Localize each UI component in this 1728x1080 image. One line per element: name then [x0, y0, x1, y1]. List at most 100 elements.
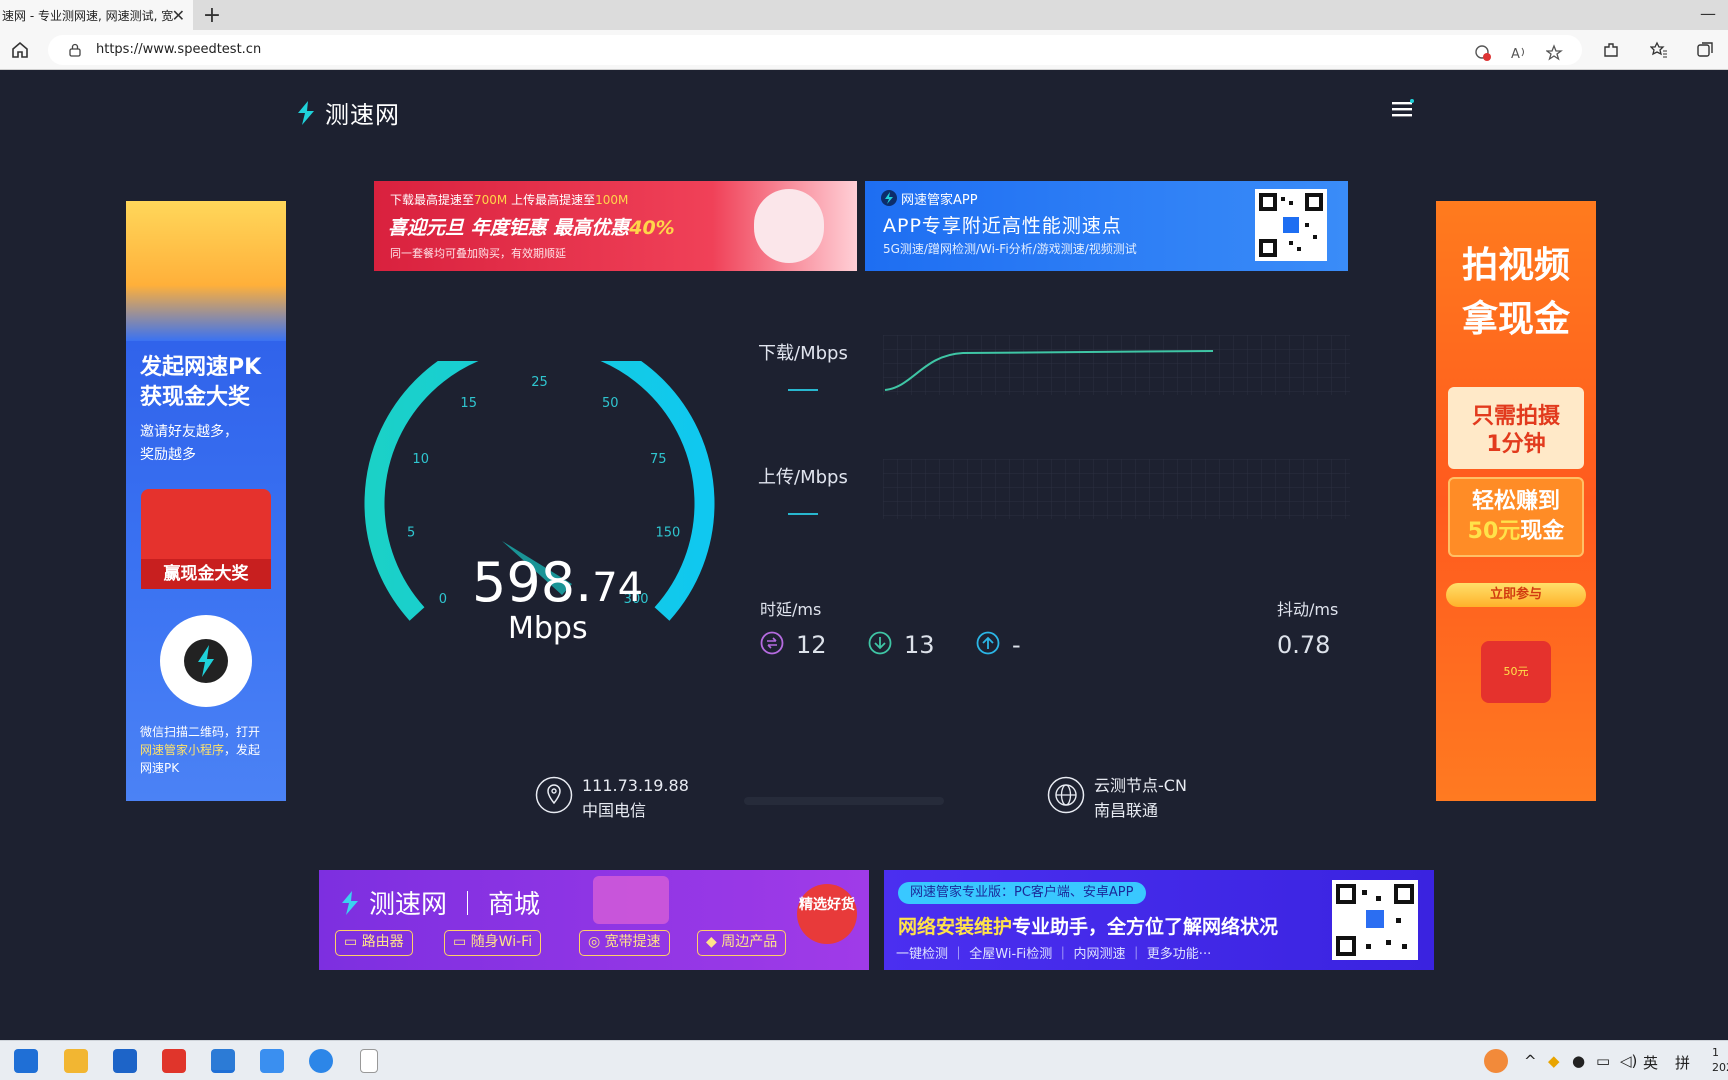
pk-title-line1: 发起网速PK [140, 355, 262, 380]
bird-app-icon[interactable] [260, 1049, 284, 1073]
speed-int: 598. [472, 551, 593, 614]
favorites-icon[interactable] [1650, 41, 1668, 59]
weather-icon[interactable] [1484, 1049, 1508, 1073]
peripheral-products-label: 周边产品 [721, 934, 778, 950]
shop-label: 商城 [488, 890, 541, 920]
upload-chart [883, 459, 1350, 519]
tracking-prevention-icon[interactable] [1474, 44, 1492, 62]
extensions-icon[interactable] [1602, 41, 1620, 59]
red-packet-amount: 50元 [1503, 665, 1529, 678]
shop-brand-text: 测速网 [369, 890, 448, 920]
clock-line1: 1 [1712, 1046, 1719, 1059]
ime-mode[interactable]: 拼 [1675, 1052, 1690, 1073]
qrcode-icon [1259, 193, 1323, 257]
pro-version-tag: 网速管家专业版：PC客户端、安卓APP [898, 882, 1146, 904]
seal-text: 精选好货 [799, 897, 855, 913]
router-link[interactable]: ▭ 路由器 [335, 930, 413, 956]
earn-amount: 50元 [1467, 519, 1521, 544]
new-tab-button[interactable]: + [197, 0, 227, 30]
broadband-boost-link[interactable]: ◎ 宽带提速 [579, 930, 670, 956]
network-icon[interactable]: ▭ [1596, 1052, 1610, 1070]
server-info[interactable]: 云测节点-CN 南昌联通 [1094, 773, 1187, 823]
app-headline: APP专享附近高性能测速点 [883, 215, 1122, 237]
tab-title: 速网 - 专业测网速, 网速测试, 宽 [2, 8, 174, 23]
app-banner[interactable]: 网速管家APP APP专享附近高性能测速点 5G测速/蹭网检测/Wi-Fi分析/… [865, 181, 1348, 271]
gauge-tick-label: 75 [650, 452, 667, 467]
red-packet-illustration: 50元 [1481, 641, 1551, 703]
portable-wifi-link[interactable]: ▭ 随身Wi-Fi [444, 930, 542, 956]
browser-tab-bar: 速网 - 专业测网速, 网速测试, 宽 ✕ + — [0, 0, 1728, 30]
pk-ad-footer: 微信扫描二维码，打开 网速管家小程序，发起 网速PK [126, 723, 286, 777]
peripheral-products-link[interactable]: ◆ 周边产品 [697, 930, 787, 956]
video-ad-title-2: 拿现金 [1461, 299, 1570, 340]
pk-ad-title: 发起网速PK 获现金大奖 [126, 353, 286, 413]
gauge-tick-label: 0 [439, 592, 447, 607]
qrcode-icon [184, 639, 228, 683]
browser-tab[interactable]: 速网 - 专业测网速, 网速测试, 宽 ✕ [0, 0, 193, 30]
speedtest-logo-icon [298, 100, 314, 125]
app-brand: 网速管家APP [901, 193, 978, 208]
pro-version-headline: 网络安装维护专业助手，全方位了解网络状况 [898, 912, 1278, 939]
url-text: https://www.speedtest.cn [96, 42, 262, 57]
win-cash-label: 赢现金大奖 [141, 559, 271, 589]
k-app-icon[interactable] [309, 1049, 333, 1073]
speedtest-logo-icon [342, 890, 358, 915]
pro-version-banner[interactable]: 网速管家专业版：PC客户端、安卓APP 网络安装维护专业助手，全方位了解网络状况… [884, 870, 1434, 970]
input-language[interactable]: 英 [1643, 1052, 1658, 1073]
speedtest-logo-icon [881, 190, 897, 206]
selected-goods-seal: 精选好货 [797, 884, 857, 944]
globe-icon[interactable] [1047, 776, 1085, 814]
client-isp: 中国电信 [582, 801, 647, 820]
read-aloud-icon[interactable]: A [1510, 44, 1528, 62]
qrcode-icon [1336, 884, 1414, 956]
app-red-icon[interactable] [162, 1049, 186, 1073]
system-clock[interactable]: 1 202 [1712, 1045, 1728, 1075]
promo-l2a: 喜迎元旦 年度钜惠 最高优惠 [388, 217, 630, 239]
brand-divider [467, 890, 469, 915]
gift-box-illustration [593, 876, 669, 924]
menu-icon[interactable] [1392, 99, 1414, 117]
upload-label: 上传/Mbps [758, 467, 848, 488]
home-icon[interactable] [10, 40, 30, 60]
url-field[interactable]: https://www.speedtest.cn A [48, 35, 1582, 65]
pk-ad-subtitle: 邀请好友越多， 奖励越多 [126, 421, 286, 467]
join-now-button[interactable]: 立即参与 [1446, 583, 1586, 607]
notification-tray-icon[interactable]: ◆ [1548, 1052, 1560, 1070]
tray-expand-icon[interactable]: ^ [1524, 1052, 1537, 1070]
jitter-label: 抖动/ms [1277, 600, 1339, 619]
svg-text:A: A [1511, 47, 1520, 62]
video-ad-title: 拍视频 拿现金 [1436, 239, 1596, 347]
upload-ping-value: - [1012, 631, 1021, 659]
left-pk-ad[interactable]: 发起网速PK 获现金大奖 邀请好友越多， 奖励越多 赢现金大奖 微信扫描二维码，… [126, 201, 286, 801]
start-icon[interactable] [14, 1049, 38, 1073]
collections-icon[interactable] [1696, 41, 1714, 59]
mail-icon[interactable] [113, 1049, 137, 1073]
client-info: 111.73.19.88 中国电信 [582, 773, 689, 823]
microphone-icon[interactable]: ● [1572, 1052, 1585, 1070]
app-qrcode [1255, 189, 1327, 261]
pk-title-line2: 获现金大奖 [140, 385, 251, 410]
pk-sub-line1: 邀请好友越多， [140, 424, 238, 440]
volume-icon[interactable]: ◁) [1620, 1052, 1637, 1070]
promo-l1a: 下载最高提速至 [390, 193, 475, 207]
clock-line2: 202 [1712, 1061, 1728, 1074]
pk-foot-2: 网速管家小程序 [140, 743, 225, 757]
lock-icon[interactable] [68, 43, 82, 57]
minimize-icon[interactable]: — [1700, 4, 1716, 23]
gauge-tick-label: 25 [531, 375, 548, 390]
add-favorite-icon[interactable] [1546, 44, 1564, 62]
right-video-ad[interactable]: 拍视频 拿现金 只需拍摄 1分钟 轻松赚到 50元现金 立即参与 50元 [1436, 201, 1596, 801]
close-icon[interactable]: ✕ [172, 6, 185, 25]
envelope-card: 只需拍摄 1分钟 [1448, 387, 1584, 469]
earn-card: 轻松赚到 50元现金 [1448, 477, 1584, 557]
latency-label: 时延/ms [760, 600, 822, 619]
ping-icon [760, 631, 784, 655]
site-logo[interactable]: 测速网 [293, 95, 400, 130]
edge-browser-icon[interactable] [211, 1049, 235, 1073]
progress-track [744, 797, 944, 805]
file-explorer-icon[interactable] [64, 1049, 88, 1073]
shop-banner[interactable]: 测速网 商城 精选好货 ▭ 路由器 ▭ 随身Wi-Fi ◎ 宽带提速 ◆ 周边产… [319, 870, 869, 970]
client-ip: 111.73.19.88 [582, 776, 689, 795]
document-icon[interactable] [360, 1049, 378, 1073]
promo-banner[interactable]: 下载最高提速至700M 上传最高提速至100M 喜迎元旦 年度钜惠 最高优惠40… [374, 181, 857, 271]
